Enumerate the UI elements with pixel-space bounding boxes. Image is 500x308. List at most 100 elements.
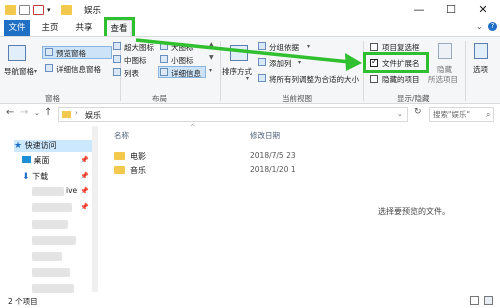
sort-by-icon[interactable] — [230, 45, 248, 61]
table-row[interactable]: 电影 2018/7/5 23 — [104, 151, 334, 163]
chevron-down-icon: ▾ — [307, 43, 311, 50]
title-bar: ▾ 娱乐 — ☐ ✕ — [0, 0, 500, 20]
minimize-button[interactable]: — — [404, 0, 434, 20]
nav-scrollbar[interactable] — [92, 126, 98, 292]
preview-message: 选择要预览的文件。 — [378, 207, 450, 216]
layout-large-icons[interactable]: 大图标 — [171, 42, 194, 53]
folder-icon — [62, 111, 71, 118]
size-all-columns-button[interactable]: 将所有列调整为合适的大小 — [269, 74, 359, 85]
quick-access-dropdown-icon[interactable]: ▾ — [47, 5, 55, 15]
blurred-nav-item — [32, 203, 72, 212]
small-icons-icon — [160, 55, 168, 63]
blurred-nav-item — [32, 268, 70, 277]
address-dropdown-icon[interactable]: ⌄ — [397, 110, 403, 118]
help-icon[interactable]: ? — [488, 22, 497, 31]
close-button[interactable]: ✕ — [468, 0, 498, 20]
nav-desktop-label: 桌面 — [33, 156, 50, 165]
recent-locations-icon[interactable]: ⌄ — [34, 109, 40, 117]
pin-icon[interactable]: 📌 — [80, 156, 89, 164]
new-folder-icon[interactable] — [33, 5, 44, 15]
table-row[interactable]: 音乐 2018/1/20 1 — [104, 165, 334, 177]
layout-medium-icons[interactable]: 中图标 — [124, 55, 147, 66]
nav-quick-access-label: 快速访问 — [24, 141, 57, 150]
layout-scroll-up-icon[interactable]: ▲ — [209, 41, 214, 48]
nav-downloads-label: 下载 — [32, 172, 49, 181]
desktop-icon — [22, 156, 31, 163]
item-checkboxes-checkbox[interactable] — [370, 43, 378, 51]
navigation-pane: ★ 快速访问 桌面 📌 ⬇ 下载 📌 ive 📌 📌 — [0, 124, 100, 294]
add-columns-button[interactable]: 添加列 — [269, 58, 292, 69]
folder-icon — [61, 5, 72, 15]
file-date: 2018/7/5 23 — [250, 151, 296, 160]
search-icon: ⌕ — [486, 110, 491, 119]
layout-extra-large-icons[interactable]: 超大图标 — [124, 42, 154, 53]
address-bar: ← → ⌄ ↑ › 娱乐 ⌄ ↻ 搜索"娱乐" ⌕ — [0, 104, 500, 124]
maximize-button[interactable]: ☐ — [436, 0, 466, 20]
refresh-icon[interactable]: ↻ — [414, 107, 422, 117]
file-name: 电影 — [130, 152, 146, 161]
pin-icon[interactable]: 📌 — [80, 172, 89, 180]
options-button[interactable]: 选项 — [473, 64, 488, 75]
file-list: ^ 名称 修改日期 电影 2018/7/5 23 音乐 2018/1/20 1 — [104, 124, 338, 294]
details-view-icon[interactable] — [470, 296, 479, 305]
collapse-ribbon-icon[interactable]: ⌄ — [476, 22, 483, 31]
tab-share[interactable]: 共享 — [73, 20, 95, 36]
layout-list[interactable]: 列表 — [124, 68, 139, 79]
layout-expand-icon[interactable]: ▾ — [209, 67, 212, 74]
star-icon: ★ — [14, 141, 23, 151]
hidden-items-checkbox[interactable] — [370, 75, 378, 83]
forward-arrow-icon[interactable]: → — [20, 107, 28, 118]
column-header-name[interactable]: 名称 — [114, 130, 129, 141]
medium-icons-icon — [113, 55, 121, 63]
blurred-nav-item — [32, 284, 74, 293]
back-arrow-icon[interactable]: ← — [6, 107, 14, 118]
nav-downloads[interactable]: ⬇ 下载 — [22, 171, 48, 183]
add-columns-icon — [258, 58, 266, 66]
blurred-nav-item — [32, 252, 62, 261]
tab-file[interactable]: 文件 — [4, 20, 30, 36]
tab-home[interactable]: 主页 — [39, 20, 61, 36]
pin-icon[interactable]: 📌 — [80, 203, 89, 211]
pin-icon[interactable]: 📌 — [80, 187, 89, 195]
folder-icon — [114, 166, 125, 174]
breadcrumb[interactable]: 娱乐 — [85, 110, 101, 121]
properties-icon[interactable] — [19, 5, 30, 15]
details-pane-button[interactable]: 详细信息窗格 — [56, 64, 101, 75]
large-icons-view-icon[interactable] — [484, 296, 493, 305]
navigation-pane-icon[interactable] — [8, 45, 26, 61]
window-title: 娱乐 — [84, 6, 102, 16]
nav-desktop[interactable]: 桌面 — [22, 155, 50, 167]
hide-selected-sublabel: 所选项目 — [428, 75, 458, 84]
options-icon[interactable] — [474, 43, 488, 59]
navigation-pane-button[interactable]: 导航窗格 — [4, 66, 34, 77]
details-icon — [160, 68, 168, 76]
search-input[interactable]: 搜索"娱乐" — [429, 107, 494, 122]
nav-quick-access[interactable]: ★ 快速访问 — [14, 140, 96, 152]
folder-icon — [114, 152, 125, 160]
sort-indicator-icon: ^ — [190, 124, 196, 131]
up-arrow-icon[interactable]: ↑ — [44, 107, 52, 118]
chevron-down-icon: ▾ — [246, 75, 250, 82]
blurred-nav-item — [32, 236, 76, 245]
hide-selected-icon[interactable] — [438, 43, 452, 59]
layout-small-icons[interactable]: 小图标 — [171, 55, 194, 66]
layout-scroll-down-icon[interactable]: ▼ — [209, 54, 214, 61]
file-date: 2018/1/20 1 — [250, 165, 296, 174]
breadcrumb-separator-icon[interactable]: › — [75, 109, 78, 117]
preview-pane-label: 预览窗格 — [56, 49, 86, 58]
layout-details[interactable]: 详细信息 — [171, 68, 201, 79]
file-name: 音乐 — [130, 166, 146, 175]
address-path-box[interactable]: › 娱乐 ⌄ — [58, 107, 408, 122]
group-by-button[interactable]: 分组依据 — [269, 42, 299, 53]
hidden-items-label: 隐藏的项目 — [382, 75, 420, 84]
large-icons-icon — [160, 42, 168, 50]
item-count: 2 个项目 — [8, 297, 38, 306]
status-bar: 2 个项目 — [0, 294, 500, 308]
file-extensions-highlight — [363, 52, 429, 73]
group-divider — [465, 41, 466, 101]
ribbon-tabs: 文件 主页 共享 查看 ⌄ ? — [0, 20, 500, 36]
column-header-date[interactable]: 修改日期 — [250, 130, 280, 141]
preview-pane: 选择要预览的文件。 — [338, 124, 500, 294]
details-pane-icon — [45, 64, 53, 72]
group-divider — [220, 41, 221, 101]
